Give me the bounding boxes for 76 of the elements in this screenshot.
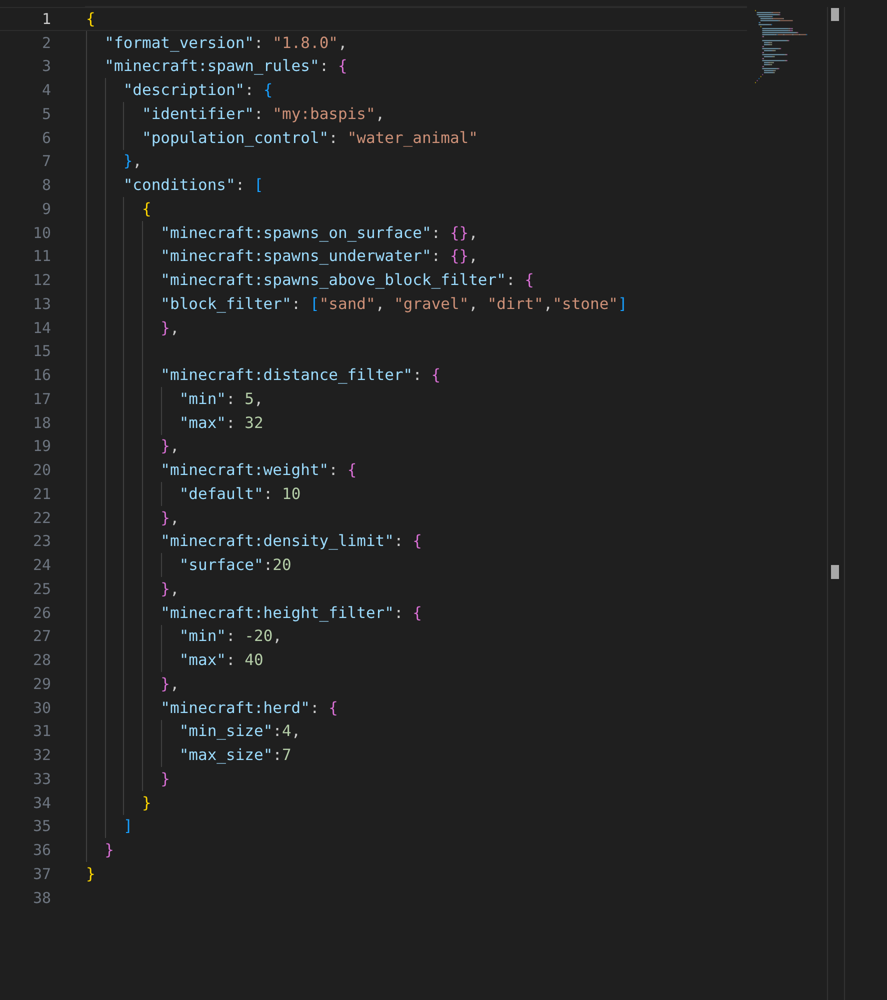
code-line: "min": -20, — [178, 627, 282, 646]
code-line: }, — [160, 437, 180, 456]
code-line: }, — [122, 152, 142, 170]
code-line: }, — [160, 674, 180, 693]
code-line: "max": 40 — [178, 651, 264, 670]
line-number: 1 — [40, 10, 51, 28]
code-line: "minecraft:spawns_on_surface": {}, — [160, 224, 478, 242]
line-number: 36 — [32, 841, 51, 860]
line-number: 16 — [32, 366, 51, 384]
scrollbar-marker — [831, 565, 839, 579]
code-line: "max": 32 — [178, 414, 264, 432]
line-number: 35 — [32, 817, 51, 836]
code-line: "minecraft:herd": { — [160, 698, 338, 717]
line-number: 9 — [40, 200, 51, 218]
code-line: } — [86, 864, 96, 883]
code-line: { — [86, 10, 96, 28]
line-number: 19 — [32, 437, 51, 456]
code-line: "description": { — [122, 81, 273, 100]
line-number: 23 — [32, 532, 51, 550]
line-number: 13 — [32, 294, 51, 313]
line-number: 37 — [32, 864, 51, 883]
line-number: 25 — [32, 580, 51, 598]
code-line: "min_size":4, — [178, 722, 301, 740]
line-number: 31 — [32, 722, 51, 740]
code-line: "minecraft:height_filter": { — [160, 604, 422, 622]
line-number: 38 — [32, 888, 51, 907]
line-number: 7 — [40, 152, 51, 170]
line-number: 4 — [40, 81, 51, 100]
code-line: { — [141, 200, 152, 218]
code-line: }, — [160, 318, 180, 337]
code-line: "minecraft:distance_filter": { — [160, 366, 441, 384]
code-line: "surface":20 — [178, 556, 292, 574]
line-number: 27 — [32, 627, 51, 646]
line-number: 15 — [32, 342, 51, 360]
code-line: "minecraft:spawns_above_block_filter": { — [160, 271, 534, 290]
line-number: 10 — [32, 224, 51, 242]
line-number: 33 — [32, 770, 51, 788]
line-number: 6 — [40, 128, 51, 147]
code-line: "minecraft:density_limit": { — [160, 532, 422, 550]
line-number: 12 — [32, 271, 51, 290]
code-line: "minecraft:weight": { — [160, 461, 357, 480]
line-number: 5 — [40, 104, 51, 123]
code-line: } — [160, 770, 170, 788]
code-line: ] — [122, 817, 133, 836]
code-line: "population_control": "water_animal" — [141, 128, 478, 147]
line-number: 28 — [32, 651, 51, 670]
line-number: 3 — [40, 57, 51, 76]
line-number: 17 — [32, 390, 51, 408]
line-number: 2 — [40, 34, 51, 52]
code-line: } — [104, 841, 114, 860]
line-number: 30 — [32, 698, 51, 717]
line-number: 21 — [32, 484, 51, 503]
code-line: "minecraft:spawns_underwater": {}, — [160, 247, 478, 266]
code-line: "minecraft:spawn_rules": { — [104, 57, 348, 76]
line-number: 8 — [40, 176, 51, 194]
code-line: "default": 10 — [178, 484, 301, 503]
code-line: "max_size":7 — [178, 746, 292, 764]
line-number: 34 — [32, 794, 51, 812]
line-number: 20 — [32, 461, 51, 480]
code-line: } — [141, 794, 152, 812]
code-line: }, — [160, 580, 180, 598]
line-number: 32 — [32, 746, 51, 764]
code-line: "block_filter": ["sand", "gravel", "dirt","stone"] — [160, 294, 628, 313]
line-number: 22 — [32, 508, 51, 527]
line-number: 11 — [32, 247, 51, 266]
line-number: 14 — [32, 318, 51, 337]
code-line: }, — [160, 508, 180, 527]
code-line: "format_version": "1.8.0", — [104, 34, 348, 52]
code-line: "min": 5, — [178, 390, 264, 408]
code-line: "conditions": [ — [122, 176, 264, 194]
scrollbar-thumb[interactable] — [831, 8, 839, 21]
line-number: 24 — [32, 556, 51, 574]
line-number: 29 — [32, 674, 51, 693]
code-line: "identifier": "my:baspis", — [141, 104, 385, 123]
line-number: 26 — [32, 604, 51, 622]
line-number: 18 — [32, 414, 51, 432]
